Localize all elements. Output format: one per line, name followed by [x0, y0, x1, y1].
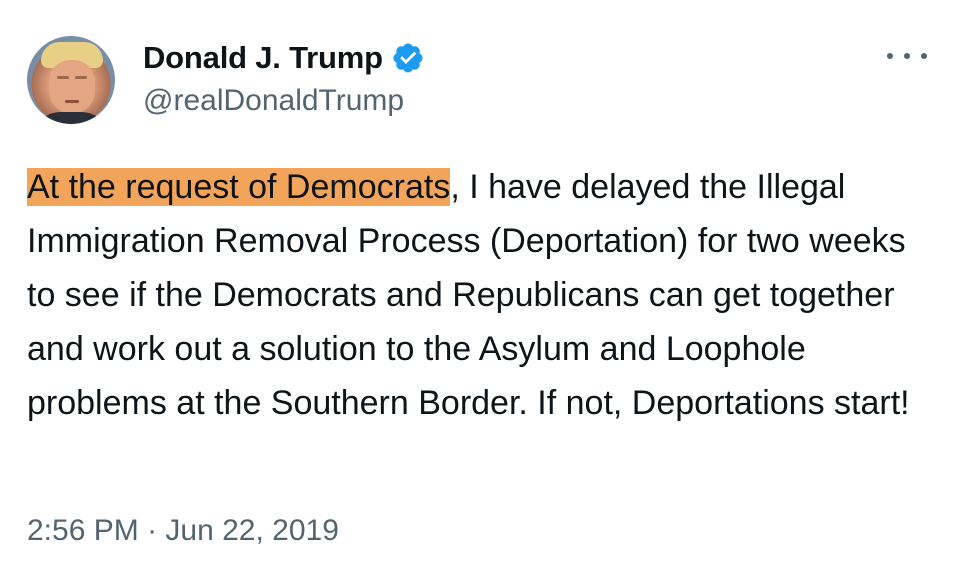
timestamp-separator: · — [147, 514, 158, 547]
tweet-text: At the request of Democrats, I have dela… — [27, 160, 932, 430]
avatar-brow-left — [57, 76, 69, 79]
tweet-date: Jun 22, 2019 — [165, 514, 339, 547]
author-name-row: Donald J. Trump — [143, 38, 425, 78]
avatar-suit — [31, 112, 111, 124]
more-dot — [921, 53, 927, 59]
avatar-brow-right — [75, 76, 87, 79]
tweet-card: Donald J. Trump @realDonaldTrump At the … — [0, 0, 960, 582]
author-name[interactable]: Donald J. Trump — [143, 40, 383, 76]
highlighted-phrase: At the request of Democrats — [27, 168, 451, 206]
avatar-mouth — [65, 100, 79, 103]
avatar[interactable] — [27, 36, 115, 124]
more-options-icon[interactable] — [887, 44, 927, 68]
more-dot — [887, 53, 893, 59]
avatar-face — [49, 60, 95, 114]
tweet-text-rest: , I have delayed the Illegal Immigration… — [27, 168, 910, 422]
tweet-timestamp[interactable]: 2:56 PM · Jun 22, 2019 — [27, 514, 339, 548]
tweet-time: 2:56 PM — [27, 514, 139, 547]
verified-badge-icon[interactable] — [391, 41, 425, 75]
author-handle[interactable]: @realDonaldTrump — [143, 84, 404, 118]
more-dot — [904, 53, 910, 59]
